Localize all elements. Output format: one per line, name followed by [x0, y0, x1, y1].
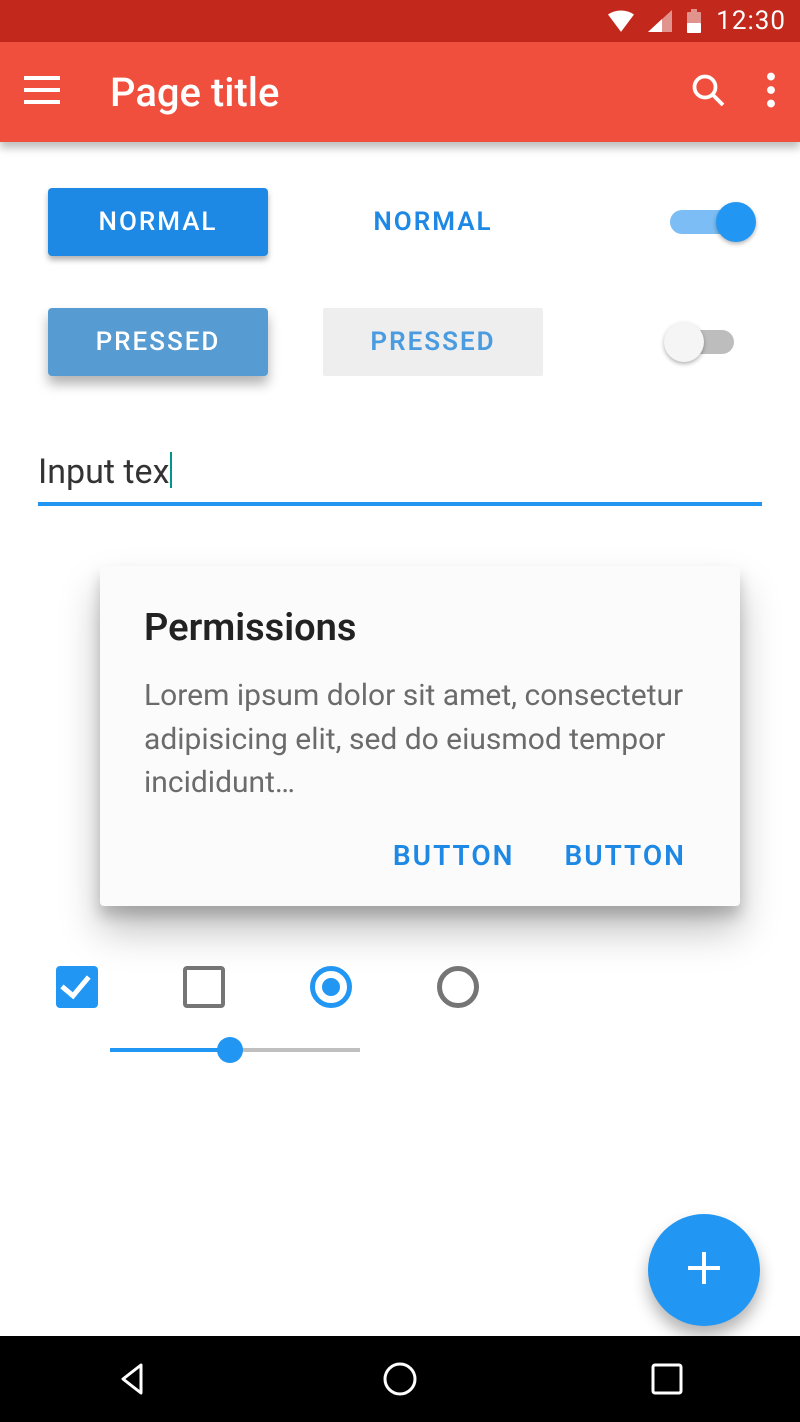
status-bar: 12:30 — [0, 0, 800, 42]
app-bar: Page title — [0, 42, 800, 142]
dialog-title: Permissions — [144, 606, 696, 650]
text-cursor — [170, 452, 172, 488]
plus-icon — [684, 1248, 724, 1292]
nav-recent-icon[interactable] — [645, 1357, 689, 1401]
search-icon[interactable] — [690, 72, 726, 112]
flat-button-normal[interactable]: NORMAL — [323, 188, 543, 256]
wifi-icon — [608, 10, 634, 32]
text-input-value: Input tex — [38, 452, 169, 492]
switch-off[interactable] — [670, 322, 750, 362]
nav-back-icon[interactable] — [111, 1357, 155, 1401]
status-time: 12:30 — [716, 6, 786, 36]
checkbox-unchecked[interactable] — [183, 966, 225, 1008]
cellular-icon — [648, 10, 672, 32]
flat-button-pressed[interactable]: PRESSED — [323, 308, 543, 376]
radio-selected[interactable] — [310, 966, 352, 1008]
hamburger-menu-icon[interactable] — [24, 76, 60, 108]
content: NORMAL NORMAL PRESSED PRESSED Input tex … — [0, 142, 800, 1336]
radio-unselected[interactable] — [437, 966, 479, 1008]
overflow-menu-icon[interactable] — [766, 72, 776, 112]
page-title: Page title — [110, 69, 690, 116]
text-input[interactable]: Input tex — [38, 452, 762, 506]
system-nav-bar — [0, 1336, 800, 1422]
fab-add-button[interactable] — [648, 1214, 760, 1326]
dialog-action-2[interactable]: BUTTON — [564, 839, 686, 872]
raised-button-pressed[interactable]: PRESSED — [48, 308, 268, 376]
raised-button-normal[interactable]: NORMAL — [48, 188, 268, 256]
battery-icon — [686, 9, 702, 33]
nav-home-icon[interactable] — [378, 1357, 422, 1401]
switch-on[interactable] — [670, 202, 750, 242]
checkbox-checked[interactable] — [56, 966, 98, 1008]
dialog-action-1[interactable]: BUTTON — [393, 839, 515, 872]
slider[interactable] — [0, 1008, 360, 1052]
dialog-body: Lorem ipsum dolor sit amet, consectetur … — [144, 674, 696, 805]
dialog-card: Permissions Lorem ipsum dolor sit amet, … — [100, 566, 740, 906]
